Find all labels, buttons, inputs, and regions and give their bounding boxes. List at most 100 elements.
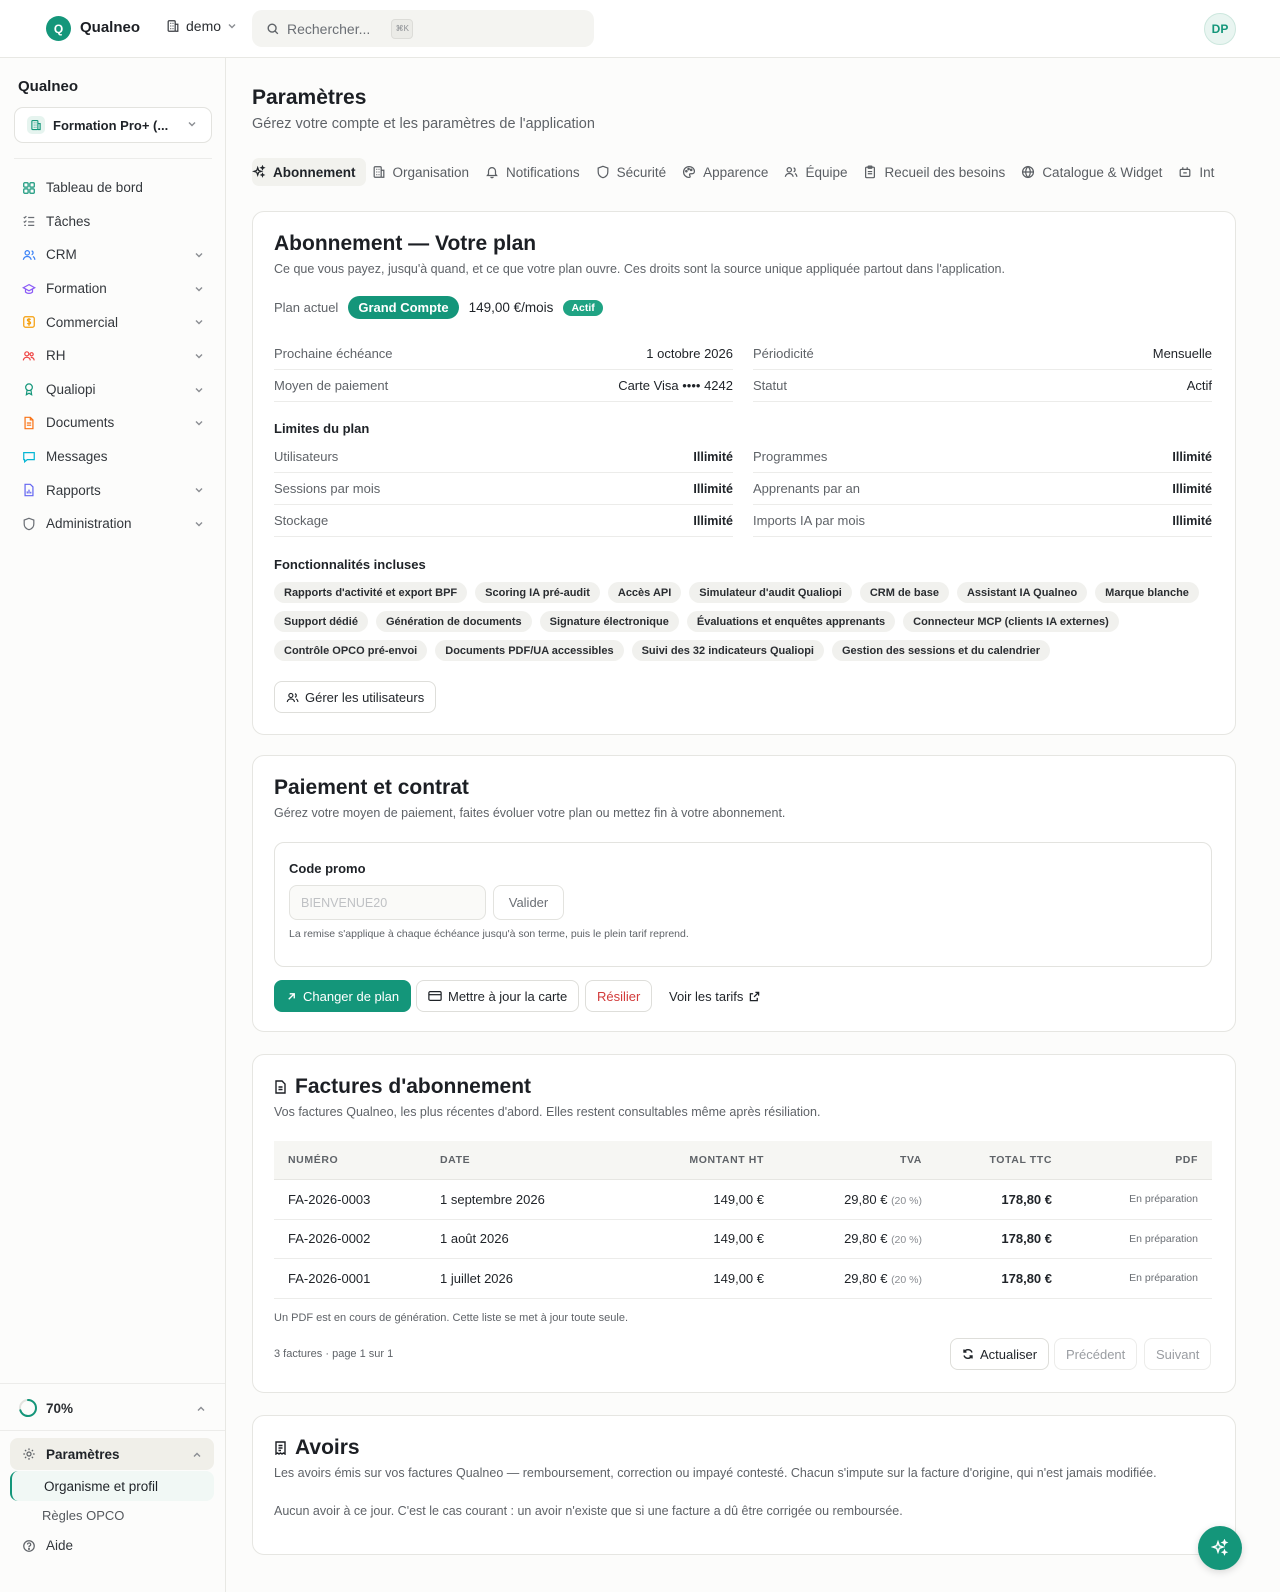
page-title: Paramètres	[252, 86, 367, 109]
tab-label: Int	[1199, 164, 1215, 180]
graduation-icon	[22, 282, 36, 296]
detail-row: Statut Actif	[753, 370, 1212, 402]
button-label: Suivant	[1156, 1346, 1200, 1362]
chevron-down-icon	[195, 253, 203, 258]
sidebar-item-parametres[interactable]: Paramètres	[10, 1438, 214, 1470]
card-subtitle: Gérez votre moyen de paiement, faites év…	[274, 806, 786, 820]
limit-value: Illimité	[1172, 513, 1212, 528]
chevron-down-icon	[228, 24, 236, 29]
card-title-text: Factures d'abonnement	[295, 1075, 532, 1098]
report-icon	[22, 483, 36, 497]
limit-row: Programmes Illimité	[753, 441, 1212, 473]
invoice-pdf-status: En préparation	[1129, 1193, 1198, 1206]
payment-card: Paiement et contrat Gérez votre moyen de…	[252, 755, 1236, 1032]
sidebar-item-rh[interactable]: RH	[10, 339, 216, 373]
tab-s-curit-[interactable]: Sécurité	[594, 158, 677, 186]
message-icon	[22, 450, 36, 464]
document-icon	[22, 416, 36, 430]
feature-chip: Suivi des 32 indicateurs Qualiopi	[631, 640, 824, 661]
sidebar-item-crm[interactable]: CRM	[10, 238, 216, 272]
onboarding-progress[interactable]: 70%	[18, 1396, 214, 1420]
tab-organisation[interactable]: Organisation	[370, 158, 480, 186]
sidebar-item-label: Tableau de bord	[46, 180, 143, 196]
sidebar-item-qualiopi[interactable]: Qualiopi	[10, 373, 216, 407]
tab-label: Abonnement	[273, 164, 356, 180]
search-input[interactable]: Rechercher... ⌘K	[252, 10, 594, 47]
organization-selector[interactable]: Formation Pro+ (...	[14, 107, 212, 143]
app-logo[interactable]: Q	[46, 16, 71, 41]
column-header: TVA	[899, 1154, 922, 1166]
progress-label: 70%	[46, 1400, 74, 1416]
sidebar-item-label: Commercial	[46, 314, 119, 330]
dashboard-icon	[22, 181, 36, 195]
feature-chip: Accès API	[607, 582, 682, 603]
tab-notifications[interactable]: Notifications	[483, 158, 590, 186]
sidebar-subitem-organisme[interactable]: Organisme et profil	[10, 1471, 214, 1501]
next-page-button[interactable]: Suivant	[1144, 1338, 1212, 1370]
sidebar-item-label: RH	[46, 348, 66, 364]
feature-chip: Simulateur d'audit Qualiopi	[689, 582, 852, 603]
validate-promo-button[interactable]: Valider	[493, 885, 564, 920]
tab-apparence[interactable]: Apparence	[680, 158, 778, 186]
limit-row: Stockage Illimité	[274, 505, 733, 537]
table-row: FA-2026-0002 1 août 2026 149,00 € 29,80 …	[274, 1220, 1212, 1259]
brand-name[interactable]: Qualneo	[80, 19, 140, 36]
sidebar-item-rapports[interactable]: Rapports	[10, 473, 216, 507]
tab--quipe[interactable]: Équipe	[782, 158, 857, 186]
invoice-date: 1 août 2026	[440, 1231, 509, 1247]
people-icon	[22, 349, 36, 363]
previous-page-button[interactable]: Précédent	[1054, 1338, 1138, 1370]
user-avatar[interactable]: DP	[1204, 13, 1236, 45]
update-card-button[interactable]: Mettre à jour la carte	[416, 980, 580, 1012]
chevron-down-icon	[195, 353, 203, 359]
sidebar-item-formation[interactable]: Formation	[10, 272, 216, 306]
limit-row: Sessions par mois Illimité	[274, 473, 733, 505]
limit-label: Imports IA par mois	[753, 513, 865, 528]
invoice-date: 1 juillet 2026	[440, 1270, 513, 1286]
button-label: Changer de plan	[303, 988, 400, 1004]
column-header: PDF	[1175, 1154, 1198, 1166]
tab-recueil-des-besoins[interactable]: Recueil des besoins	[861, 158, 1015, 186]
chevron-up-icon	[193, 1452, 201, 1457]
invoice-total-ttc: 178,80 €	[1001, 1270, 1052, 1286]
plug-icon	[1178, 165, 1192, 179]
invoice-number: FA-2026-0002	[288, 1231, 371, 1247]
sidebar-item-label: Documents	[46, 415, 115, 431]
sparkles-icon	[252, 165, 266, 179]
sidebar-item-commercial[interactable]: Commercial	[10, 305, 216, 339]
tasks-icon	[22, 214, 36, 228]
invoice-number: FA-2026-0003	[288, 1191, 371, 1207]
cancel-subscription-button[interactable]: Résilier	[585, 980, 653, 1012]
workspace-switcher[interactable]: demo	[166, 18, 237, 34]
tab-abonnement[interactable]: Abonnement	[252, 158, 366, 186]
view-pricing-link[interactable]: Voir les tarifs	[657, 980, 772, 1012]
sidebar-item-aide[interactable]: Aide	[22, 1538, 73, 1553]
feature-chip: Signature électronique	[539, 611, 679, 632]
tab-catalogue-widget[interactable]: Catalogue & Widget	[1019, 158, 1172, 186]
sidebar-item-messages[interactable]: Messages	[10, 440, 216, 474]
building-icon	[167, 20, 179, 32]
sidebar-item-administration[interactable]: Administration	[10, 507, 216, 541]
change-plan-button[interactable]: Changer de plan	[274, 980, 412, 1012]
ai-assistant-button[interactable]	[1198, 1526, 1242, 1570]
sidebar-item-documents[interactable]: Documents	[10, 406, 216, 440]
subscription-card: Abonnement — Votre plan Ce que vous paye…	[252, 211, 1236, 735]
promo-code-input[interactable]: BIENVENUE20	[289, 885, 486, 920]
sidebar-item-label: Messages	[46, 449, 108, 465]
detail-value: Mensuelle	[1152, 346, 1212, 361]
card-title: Abonnement — Votre plan	[274, 232, 537, 255]
sidebar-item-t-ches[interactable]: Tâches	[10, 205, 216, 239]
feature-chip: Marque blanche	[1095, 582, 1199, 603]
refresh-button[interactable]: Actualiser	[950, 1338, 1050, 1370]
sidebar-item-tableau-de-bord[interactable]: Tableau de bord	[10, 171, 216, 205]
feature-chip: Contrôle OPCO pré-envoi	[274, 640, 428, 661]
divider	[0, 1430, 225, 1431]
workspace-name: demo	[186, 18, 222, 34]
promo-help-text: La remise s'applique à chaque échéance j…	[289, 928, 689, 940]
palette-icon	[682, 165, 696, 179]
sidebar-subitem-regles-opco[interactable]: Règles OPCO	[42, 1508, 124, 1523]
tva-rate: (20 %)	[891, 1273, 922, 1286]
manage-users-button[interactable]: Gérer les utilisateurs	[274, 681, 437, 713]
sidebar-item-label: Aide	[46, 1538, 74, 1553]
tab-int[interactable]: Int	[1176, 158, 1224, 186]
